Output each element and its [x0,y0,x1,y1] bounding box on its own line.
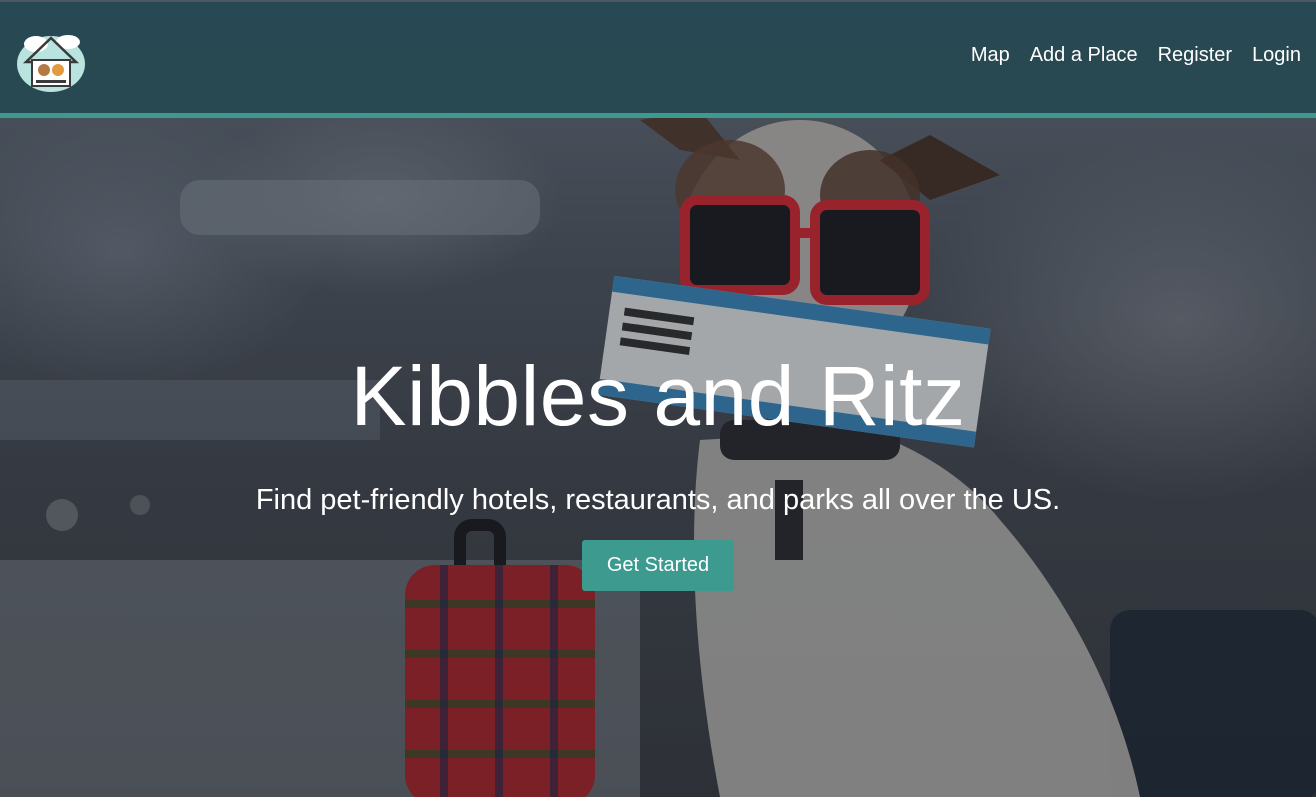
navbar: Map Add a Place Register Login [0,2,1316,118]
nav-link-login[interactable]: Login [1252,44,1301,67]
get-started-button[interactable]: Get Started [581,540,735,591]
nav-link-map[interactable]: Map [971,44,1010,67]
hero-subtitle: Find pet-friendly hotels, restaurants, a… [255,484,1061,516]
pet-house-logo-icon[interactable] [16,24,86,96]
nav-link-register[interactable]: Register [1158,44,1232,67]
page: Map Add a Place Register Login Kibbles a… [0,0,1316,797]
hero-content: Kibbles and Ritz Find pet-friendly hotel… [0,340,1316,591]
nav-links: Map Add a Place Register Login [971,44,1301,67]
hero-title: Kibbles and Ritz [350,349,966,443]
nav-link-add-a-place[interactable]: Add a Place [1030,44,1138,67]
